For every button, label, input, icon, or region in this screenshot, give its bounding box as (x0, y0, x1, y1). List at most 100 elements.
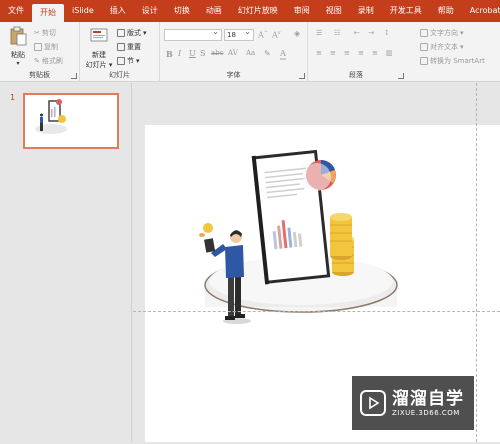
convert-smartart-button[interactable]: 转换为 SmartArt (420, 56, 485, 66)
underline-icon[interactable]: U (189, 49, 196, 58)
section-button[interactable]: 节 ▾ (117, 56, 140, 66)
text-direction-button[interactable]: 文字方向 ▾ (420, 28, 464, 38)
new-slide-dropdown-icon: ▾ (106, 61, 113, 69)
font-color-icon[interactable]: A (280, 49, 286, 60)
increase-font-size-icon[interactable]: A^ (258, 30, 268, 40)
play-icon (369, 396, 380, 410)
highlight-icon[interactable]: ✎ (264, 49, 271, 58)
tab-animations[interactable]: 动画 (198, 0, 230, 22)
tab-review[interactable]: 审阅 (286, 0, 318, 22)
copy-button[interactable]: 复制 (34, 42, 58, 52)
font-launcher-icon[interactable] (299, 73, 305, 79)
decrease-indent-icon[interactable]: ⇤ (354, 29, 360, 37)
align-left-icon[interactable]: ≡ (316, 49, 322, 57)
italic-icon[interactable]: I (178, 49, 181, 58)
format-painter-label: 格式刷 (41, 57, 63, 65)
tab-help[interactable]: 帮助 (430, 0, 462, 22)
paste-button[interactable]: 粘贴 ▾ (6, 26, 30, 67)
slide-thumbnail-panel: 1 (0, 83, 132, 442)
section-dropdown-icon: ▾ (136, 57, 140, 65)
cut-label: 剪切 (41, 29, 56, 37)
watermark-title: 溜溜自学 (392, 389, 464, 409)
slide-number: 1 (10, 93, 16, 102)
shadow-icon[interactable]: S (200, 49, 205, 58)
horizontal-guide[interactable] (133, 311, 500, 312)
bullets-icon[interactable]: ☰ (316, 29, 322, 37)
smartart-label: 转换为 SmartArt (430, 57, 485, 65)
line-spacing-icon[interactable]: ↕ (384, 29, 390, 37)
scissors-icon: ✂ (34, 29, 40, 37)
columns-icon[interactable]: ▥ (386, 49, 393, 57)
coin-stack-icon (330, 213, 354, 276)
paste-icon (10, 26, 27, 46)
reset-icon (117, 43, 125, 51)
play-logo-icon (360, 390, 386, 416)
new-slide-label-2: 幻灯片 (85, 61, 107, 69)
ribbon: 粘贴 ▾ ✂ 剪切 复制 ✎ 格式刷 剪贴板 新建 幻灯片 ▾ 版式 ▾ 重置 … (0, 22, 500, 82)
tab-design[interactable]: 设计 (134, 0, 166, 22)
copy-icon (34, 43, 42, 51)
text-direction-icon (420, 29, 428, 37)
numbering-icon[interactable]: ☷ (334, 29, 340, 37)
reset-label: 重置 (127, 43, 141, 51)
text-direction-label: 文字方向 (430, 29, 458, 37)
tab-islide[interactable]: iSlide (64, 0, 102, 22)
tab-acrobat[interactable]: Acrobat (462, 0, 500, 22)
section-label: 节 (127, 57, 134, 65)
clear-formatting-icon[interactable]: ◈ (294, 29, 300, 38)
new-slide-icon (90, 28, 108, 42)
distribute-icon[interactable]: ≡ (372, 49, 378, 57)
tab-view[interactable]: 视图 (318, 0, 350, 22)
layout-icon (117, 29, 125, 37)
strikethrough-icon[interactable]: abc (211, 49, 224, 57)
paste-label: 粘贴 (11, 51, 25, 59)
tab-slideshow[interactable]: 幻灯片放映 (230, 0, 286, 22)
tab-transitions[interactable]: 切换 (166, 0, 198, 22)
layout-label: 版式 (127, 29, 141, 37)
align-text-button[interactable]: 对齐文本 ▾ (420, 42, 464, 52)
decrease-font-size-icon[interactable]: Av (272, 30, 281, 40)
align-text-label: 对齐文本 (430, 43, 458, 51)
font-group: 18 A^ Av ◈ B I U S abc AV Aa ✎ A 字体 (160, 22, 308, 82)
clipboard-launcher-icon[interactable] (71, 73, 77, 79)
clipboard-group-label: 剪贴板 (29, 71, 50, 79)
paragraph-group-label: 段落 (349, 71, 363, 79)
section-icon (117, 57, 125, 65)
watermark: 溜溜自学 ZIXUE.3D66.COM (352, 376, 474, 430)
font-group-label: 字体 (226, 71, 241, 79)
paste-dropdown-icon: ▾ (16, 60, 20, 67)
justify-icon[interactable]: ≡ (358, 49, 364, 57)
layout-button[interactable]: 版式 ▾ (117, 28, 147, 38)
paragraph-group: ☰ ☷ ⇤ ⇥ ↕ ≡ ≡ ≡ ≡ ≡ ▥ 文字方向 ▾ 对齐文本 ▾ 转换为 … (308, 22, 500, 82)
align-right-icon[interactable]: ≡ (344, 49, 350, 57)
align-text-icon (420, 43, 428, 51)
slide-thumbnail-1[interactable] (23, 93, 119, 149)
new-slide-button[interactable]: 新建 幻灯片 ▾ (84, 26, 114, 70)
slides-group: 新建 幻灯片 ▾ 版式 ▾ 重置 节 ▾ 幻灯片 (80, 22, 160, 82)
tab-developer[interactable]: 开发工具 (382, 0, 430, 22)
tab-record[interactable]: 录制 (350, 0, 382, 22)
tab-home[interactable]: 开始 (32, 4, 64, 22)
paragraph-launcher-icon[interactable] (398, 73, 404, 79)
align-text-dropdown-icon: ▾ (460, 43, 464, 51)
increase-indent-icon[interactable]: ⇥ (368, 29, 374, 37)
change-case-icon[interactable]: Aa (246, 49, 255, 57)
font-name-combo[interactable] (164, 27, 222, 41)
align-center-icon[interactable]: ≡ (330, 49, 336, 57)
clipboard-group: 粘贴 ▾ ✂ 剪切 复制 ✎ 格式刷 剪贴板 (0, 22, 80, 82)
vertical-guide[interactable] (476, 83, 477, 442)
tab-file[interactable]: 文件 (0, 0, 32, 22)
thumbnail-illustration (35, 99, 67, 134)
cut-button[interactable]: ✂ 剪切 (34, 28, 56, 38)
tab-insert[interactable]: 插入 (102, 0, 134, 22)
smartart-icon (420, 57, 428, 65)
bold-icon[interactable]: B (166, 49, 173, 59)
ribbon-tab-bar: 文件 开始 iSlide 插入 设计 切换 动画 幻灯片放映 审阅 视图 录制 … (0, 0, 500, 22)
font-size-combo[interactable]: 18 (224, 27, 254, 41)
brush-icon: ✎ (34, 57, 40, 65)
slides-group-label: 幻灯片 (109, 71, 130, 79)
reset-button[interactable]: 重置 (117, 42, 141, 52)
format-painter-button[interactable]: ✎ 格式刷 (34, 56, 63, 66)
text-direction-dropdown-icon: ▾ (460, 29, 464, 37)
character-spacing-icon[interactable]: AV (228, 49, 238, 57)
